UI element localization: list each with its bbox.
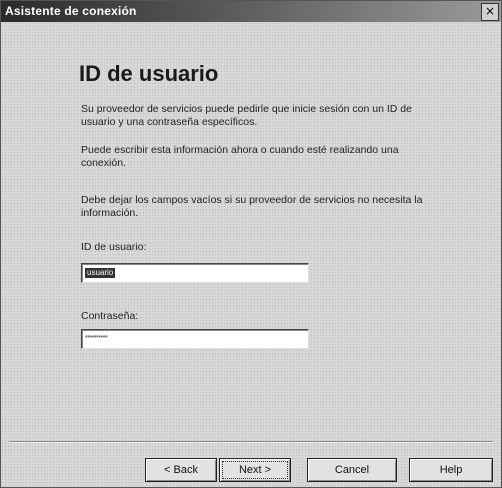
instruction-paragraph-1: Su proveedor de servicios puede pedirle … <box>81 103 412 128</box>
password-field[interactable]: ********** <box>81 329 309 349</box>
window-title: Asistente de conexión <box>5 4 137 18</box>
instruction-paragraph-2: Puede escribir esta información ahora o … <box>81 144 399 169</box>
password-label: Contraseña: <box>81 310 139 322</box>
user-id-field[interactable]: usuario <box>81 263 309 283</box>
title-bar[interactable]: Asistente de conexión × <box>1 1 501 22</box>
user-id-value: usuario <box>85 268 116 278</box>
next-button[interactable]: Next > <box>219 458 291 482</box>
button-separator <box>9 441 493 443</box>
cancel-button[interactable]: Cancel <box>307 458 397 482</box>
close-icon[interactable]: × <box>481 3 499 21</box>
help-button[interactable]: Help <box>409 458 493 482</box>
page-title: ID de usuario <box>79 61 219 86</box>
connection-wizard-dialog: Asistente de conexión × ID de usuario Su… <box>0 0 502 488</box>
instruction-paragraph-3: Debe dejar los campos vacíos si su prove… <box>81 194 423 219</box>
password-value: ********** <box>85 335 108 342</box>
back-button[interactable]: < Back <box>145 458 217 482</box>
user-id-label: ID de usuario: <box>81 241 147 253</box>
